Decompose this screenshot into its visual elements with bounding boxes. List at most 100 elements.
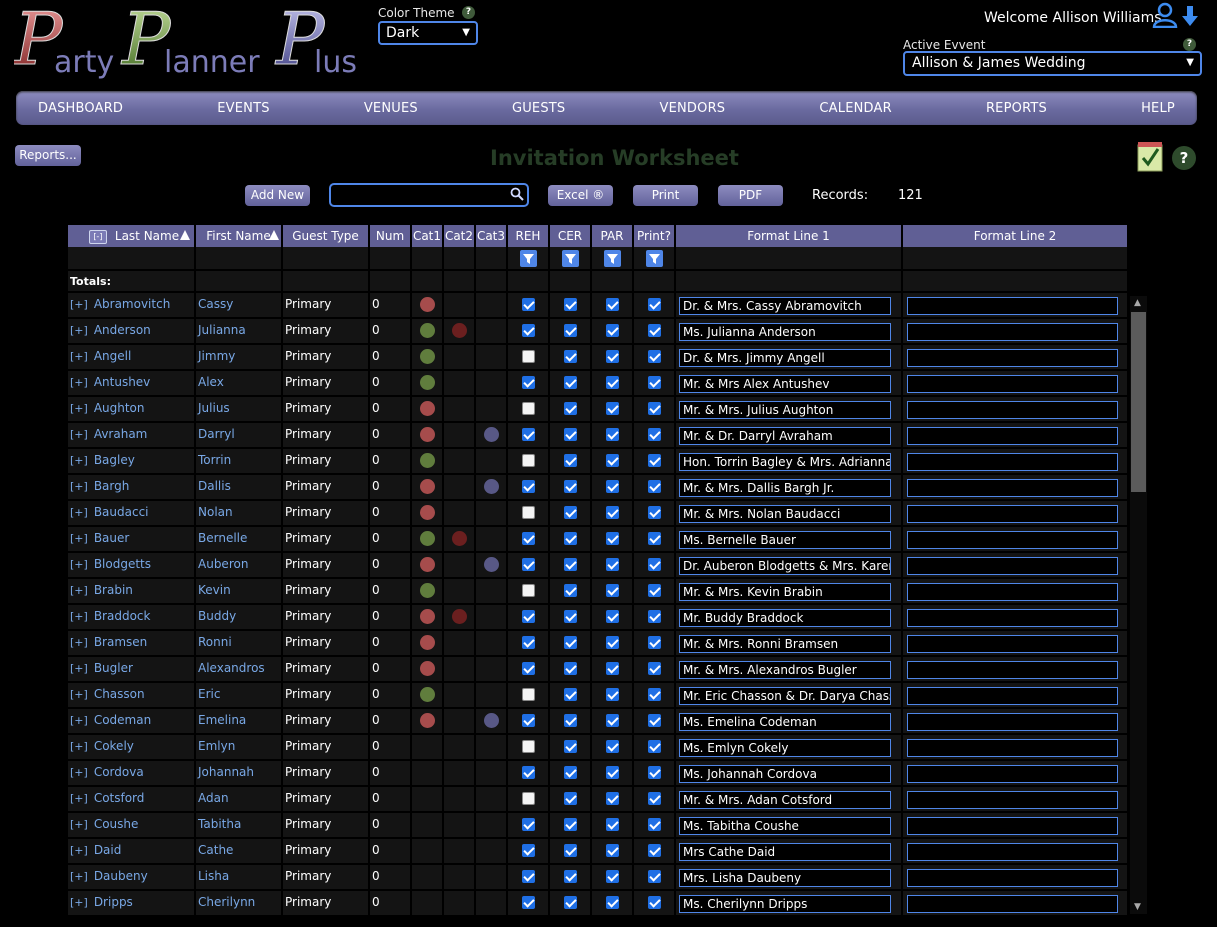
par-checkbox[interactable] xyxy=(605,662,619,675)
last-name-link[interactable]: Coushe xyxy=(94,817,139,831)
last-name-link[interactable]: Abramovitch xyxy=(94,297,171,311)
last-name-link[interactable]: Avraham xyxy=(94,427,148,441)
first-name-link[interactable]: Dallis xyxy=(196,475,283,499)
first-name-link[interactable]: Cassy xyxy=(196,293,283,317)
par-checkbox[interactable] xyxy=(605,714,619,727)
col-guest-type[interactable]: Guest Type xyxy=(283,225,370,247)
nav-vendors[interactable]: VENDORS xyxy=(660,101,726,116)
cer-checkbox[interactable] xyxy=(563,376,577,389)
print-checkbox[interactable] xyxy=(647,896,661,909)
first-name-link[interactable]: Ronni xyxy=(196,631,283,655)
format-line-1-input[interactable]: Dr. Auberon Blodgetts & Mrs. Karen Bl xyxy=(679,557,891,575)
last-name-link[interactable]: Bagley xyxy=(94,453,135,467)
color-theme-select[interactable]: Dark ▼ xyxy=(378,21,478,45)
reh-checkbox[interactable] xyxy=(521,558,535,571)
reh-checkbox[interactable] xyxy=(521,324,535,337)
filter-cer-icon[interactable] xyxy=(561,250,579,267)
format-line-2-input[interactable] xyxy=(907,401,1118,419)
par-checkbox[interactable] xyxy=(605,480,619,493)
first-name-link[interactable]: Adan xyxy=(196,787,283,811)
par-checkbox[interactable] xyxy=(605,896,619,909)
reh-checkbox[interactable] xyxy=(521,584,535,597)
first-name-link[interactable]: Emelina xyxy=(196,709,283,733)
nav-help[interactable]: HELP xyxy=(1141,101,1175,116)
expand-row-button[interactable]: [+] xyxy=(70,480,88,493)
print-checkbox[interactable] xyxy=(647,558,661,571)
cer-checkbox[interactable] xyxy=(563,454,577,467)
expand-row-button[interactable]: [+] xyxy=(70,584,88,597)
last-name-link[interactable]: Braddock xyxy=(94,609,151,623)
last-name-link[interactable]: Brabin xyxy=(94,583,133,597)
par-checkbox[interactable] xyxy=(605,610,619,623)
print-checkbox[interactable] xyxy=(647,662,661,675)
reports-button[interactable]: Reports... xyxy=(15,145,81,166)
active-event-select[interactable]: Allison & James Wedding ▼ xyxy=(903,51,1202,76)
col-cer[interactable]: CER xyxy=(550,225,592,247)
expand-row-button[interactable]: [+] xyxy=(70,506,88,519)
expand-row-button[interactable]: [+] xyxy=(70,298,88,311)
format-line-2-input[interactable] xyxy=(907,479,1118,497)
cer-checkbox[interactable] xyxy=(563,844,577,857)
par-checkbox[interactable] xyxy=(605,376,619,389)
cer-checkbox[interactable] xyxy=(563,480,577,493)
par-checkbox[interactable] xyxy=(605,818,619,831)
format-line-1-input[interactable]: Mr. & Mrs. Alexandros Bugler xyxy=(679,661,891,679)
expand-row-button[interactable]: [+] xyxy=(70,558,88,571)
reh-checkbox[interactable] xyxy=(521,740,535,753)
reh-checkbox[interactable] xyxy=(521,610,535,623)
last-name-link[interactable]: Codeman xyxy=(94,713,151,727)
format-line-2-input[interactable] xyxy=(907,583,1118,601)
reh-checkbox[interactable] xyxy=(521,454,535,467)
col-cat3[interactable]: Cat3 xyxy=(476,225,508,247)
print-checkbox[interactable] xyxy=(647,584,661,597)
expand-row-button[interactable]: [+] xyxy=(70,714,88,727)
par-checkbox[interactable] xyxy=(605,636,619,649)
print-checkbox[interactable] xyxy=(647,350,661,363)
scroll-up-icon[interactable]: ▲ xyxy=(1134,298,1143,308)
par-checkbox[interactable] xyxy=(605,324,619,337)
expand-row-button[interactable]: [+] xyxy=(70,636,88,649)
format-line-2-input[interactable] xyxy=(907,791,1118,809)
print-checkbox[interactable] xyxy=(647,610,661,623)
first-name-link[interactable]: Jimmy xyxy=(196,345,283,369)
format-line-1-input[interactable]: Mr. Buddy Braddock xyxy=(679,609,891,627)
nav-venues[interactable]: VENUES xyxy=(364,101,418,116)
expand-row-button[interactable]: [+] xyxy=(70,844,88,857)
format-line-2-input[interactable] xyxy=(907,739,1118,757)
par-checkbox[interactable] xyxy=(605,402,619,415)
reh-checkbox[interactable] xyxy=(521,480,535,493)
format-line-1-input[interactable]: Mr. & Mrs. Ronni Bramsen xyxy=(679,635,891,653)
filter-reh-icon[interactable] xyxy=(519,250,537,267)
print-checkbox[interactable] xyxy=(647,792,661,805)
first-name-link[interactable]: Julius xyxy=(196,397,283,421)
format-line-2-input[interactable] xyxy=(907,817,1118,835)
expand-row-button[interactable]: [+] xyxy=(70,324,88,337)
cer-checkbox[interactable] xyxy=(563,610,577,623)
format-line-2-input[interactable] xyxy=(907,895,1118,913)
last-name-link[interactable]: Baudacci xyxy=(94,505,149,519)
first-name-link[interactable]: Buddy xyxy=(196,605,283,629)
expand-row-button[interactable]: [+] xyxy=(70,896,88,909)
format-line-2-input[interactable] xyxy=(907,453,1118,471)
format-line-1-input[interactable]: Mr. & Mrs Alex Antushev xyxy=(679,375,891,393)
print-checkbox[interactable] xyxy=(647,740,661,753)
download-arrow-icon[interactable] xyxy=(1181,5,1199,27)
expand-row-button[interactable]: [+] xyxy=(70,662,88,675)
par-checkbox[interactable] xyxy=(605,740,619,753)
format-line-1-input[interactable]: Mr. & Mrs. Kevin Brabin xyxy=(679,583,891,601)
par-checkbox[interactable] xyxy=(605,766,619,779)
cer-checkbox[interactable] xyxy=(563,532,577,545)
search-input[interactable] xyxy=(329,183,529,207)
col-cat2[interactable]: Cat2 xyxy=(444,225,476,247)
format-line-2-input[interactable] xyxy=(907,349,1118,367)
last-name-link[interactable]: Bauer xyxy=(94,531,130,545)
sort-ascending-icon[interactable] xyxy=(180,230,190,240)
last-name-link[interactable]: Bramsen xyxy=(94,635,147,649)
col-print[interactable]: Print? xyxy=(634,225,676,247)
reh-checkbox[interactable] xyxy=(521,714,535,727)
format-line-2-input[interactable] xyxy=(907,375,1118,393)
print-checkbox[interactable] xyxy=(647,506,661,519)
par-checkbox[interactable] xyxy=(605,792,619,805)
expand-row-button[interactable]: [+] xyxy=(70,428,88,441)
collapse-all-icon[interactable]: [-] xyxy=(88,229,107,244)
